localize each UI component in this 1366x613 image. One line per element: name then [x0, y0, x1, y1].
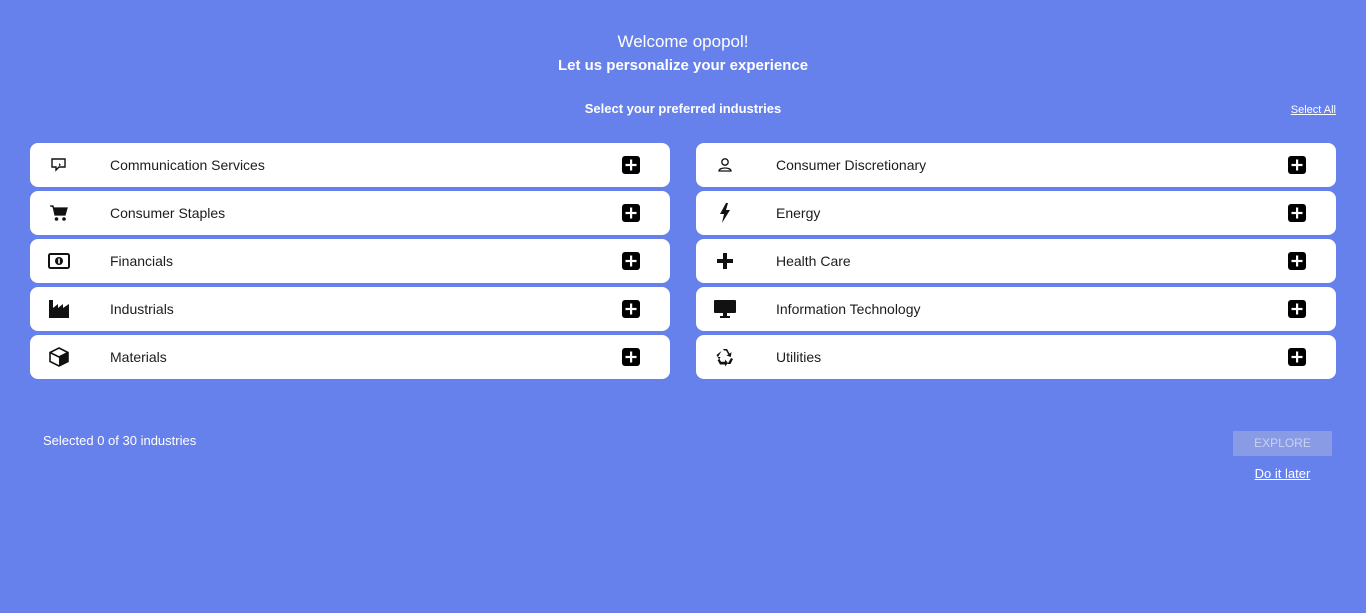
plus-square-icon[interactable] [622, 348, 640, 366]
plus-square-icon[interactable] [1288, 204, 1306, 222]
factory-icon [48, 298, 70, 320]
industry-label: Health Care [776, 253, 851, 269]
industry-label: Industrials [110, 301, 174, 317]
industry-card-energy[interactable]: Energy [696, 191, 1336, 235]
industries-prompt: Select your preferred industries [584, 101, 782, 116]
plus-square-icon[interactable] [1288, 300, 1306, 318]
plus-square-icon[interactable] [1288, 348, 1306, 366]
industry-card-materials[interactable]: Materials [30, 335, 670, 379]
select-all-link[interactable]: Select All [1291, 102, 1336, 118]
chat-bubble-icon [48, 154, 70, 176]
industry-card-industrials[interactable]: Industrials [30, 287, 670, 331]
industry-grid: Communication Services Consumer Discreti… [30, 143, 1336, 379]
selected-count-text: Selected 0 of 30 industries [43, 433, 197, 448]
industry-card-health-care[interactable]: Health Care [696, 239, 1336, 283]
plus-square-icon[interactable] [622, 156, 640, 174]
plus-square-icon[interactable] [1288, 252, 1306, 270]
industry-label: Communication Services [110, 157, 265, 173]
industry-card-consumer-discretionary[interactable]: Consumer Discretionary [696, 143, 1336, 187]
plus-square-icon[interactable] [622, 252, 640, 270]
industry-label: Consumer Staples [110, 205, 226, 221]
shopping-cart-icon [48, 202, 70, 224]
lightning-bolt-icon [714, 202, 736, 224]
do-it-later-link[interactable]: Do it later [1233, 465, 1332, 483]
industry-label: Financials [110, 253, 174, 269]
onboarding-page: Welcome opopol! Let us personalize your … [0, 0, 1366, 613]
industry-card-utilities[interactable]: Utilities [696, 335, 1336, 379]
industry-label: Energy [776, 205, 821, 221]
welcome-heading: Welcome opopol! [617, 32, 749, 51]
industry-label: Utilities [776, 349, 822, 365]
medical-cross-icon [714, 250, 736, 272]
plus-square-icon[interactable] [1288, 156, 1306, 174]
recycle-icon [714, 346, 736, 368]
user-icon [714, 154, 736, 176]
plus-square-icon[interactable] [622, 204, 640, 222]
industry-card-information-technology[interactable]: Information Technology [696, 287, 1336, 331]
industry-card-consumer-staples[interactable]: Consumer Staples [30, 191, 670, 235]
industry-card-financials[interactable]: Financials [30, 239, 670, 283]
industry-label: Materials [110, 349, 167, 365]
industry-label: Information Technology [776, 301, 921, 317]
money-bill-icon [48, 250, 70, 272]
industry-label: Consumer Discretionary [776, 157, 927, 173]
industry-card-communication-services[interactable]: Communication Services [30, 143, 670, 187]
cube-icon [48, 346, 70, 368]
personalize-subtitle: Let us personalize your experience [557, 57, 809, 74]
explore-button[interactable]: EXPLORE [1233, 431, 1332, 456]
plus-square-icon[interactable] [622, 300, 640, 318]
monitor-icon [714, 298, 736, 320]
